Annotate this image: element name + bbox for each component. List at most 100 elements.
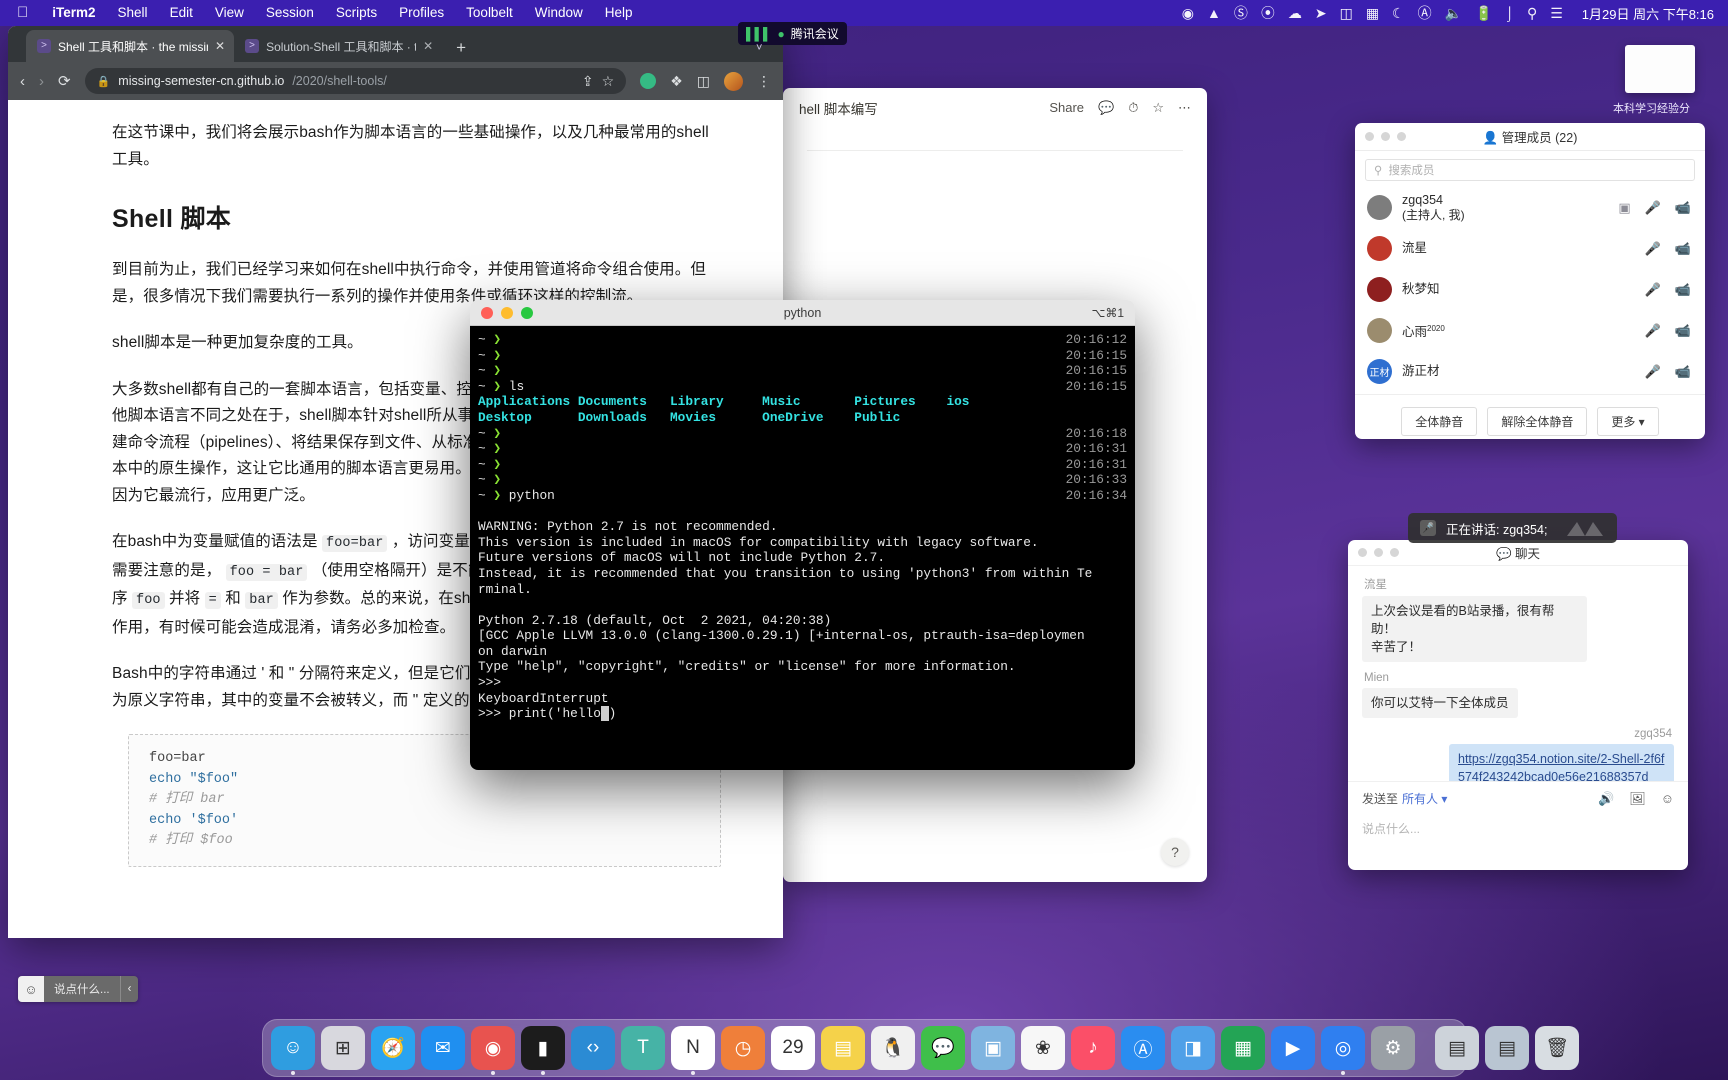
more-button[interactable]: 更多 ▾ bbox=[1597, 407, 1659, 436]
menu-item-help[interactable]: Help bbox=[594, 0, 644, 26]
member-search-input[interactable]: ⚲ 搜索成员 bbox=[1365, 159, 1695, 181]
menu-item-view[interactable]: View bbox=[204, 0, 255, 26]
terminal-output[interactable]: ~ ❯ 20:16:12 ~ ❯ 20:16:15 ~ ❯ 20:16:15 ~ ❯ … bbox=[470, 326, 1135, 770]
mic-off-icon[interactable]: 🎤 bbox=[1645, 282, 1661, 298]
camera-off-icon[interactable]: 📹 bbox=[1675, 282, 1691, 298]
browser-tab-1[interactable]: > Shell 工具和脚本 · the missing ✕ bbox=[26, 30, 235, 62]
dock-item-sheets-icon[interactable]: ▦ bbox=[1221, 1026, 1265, 1070]
moon-icon[interactable]: ☾ bbox=[1392, 5, 1405, 22]
member-row[interactable]: 心雨2020 🎤 📹 bbox=[1355, 310, 1705, 351]
meeting-members-panel[interactable]: 👤 管理成员 (22) ⚲ 搜索成员 zgq354 (主持人, 我) ▣ 🎤 📹 流星 🎤 📹… bbox=[1355, 123, 1705, 439]
menu-item-window[interactable]: Window bbox=[524, 0, 594, 26]
mic-off-icon[interactable]: 🎤 bbox=[1645, 241, 1661, 257]
dock-item-trash-icon[interactable]: 🗑 bbox=[1535, 1026, 1579, 1070]
wifi-icon[interactable]: ⌡ bbox=[1505, 5, 1513, 21]
chat-input[interactable]: 说点什么... bbox=[1362, 820, 1674, 837]
screen-share-icon[interactable]: ▣ bbox=[1618, 200, 1630, 216]
battery-charging-icon[interactable]: 🔋 bbox=[1475, 5, 1492, 22]
mic-off-icon[interactable]: 🎤 bbox=[1645, 364, 1661, 380]
dock-item-zoom-icon[interactable]: ▶ bbox=[1271, 1026, 1315, 1070]
account-avatar[interactable] bbox=[724, 71, 743, 91]
menu-item-toolbelt[interactable]: Toolbelt bbox=[455, 0, 524, 26]
notion-share-button[interactable]: Share bbox=[1049, 100, 1084, 115]
camera-off-icon[interactable]: 📹 bbox=[1675, 200, 1691, 216]
dock-item-folder-icon[interactable]: ▣ bbox=[971, 1026, 1015, 1070]
meeting-chat-panel[interactable]: 💬 聊天 流星 上次会议是看的B站录播，很有帮助！ 辛苦了！ Mien 你可以艾特一下… bbox=[1348, 540, 1688, 870]
dock-item-calendar-icon[interactable]: 29 bbox=[771, 1026, 815, 1070]
chevron-left-icon[interactable]: ‹ bbox=[119, 976, 139, 1002]
browser-tab-2[interactable]: > Solution-Shell 工具和脚本 · the ✕ bbox=[234, 30, 442, 62]
member-row[interactable]: 秋梦知 🎤 📹 bbox=[1355, 269, 1705, 310]
back-button[interactable]: ‹ bbox=[20, 73, 25, 90]
chat-link[interactable]: https://zgq354.notion.site/2-Shell-2f6f5… bbox=[1458, 752, 1664, 781]
control-center-icon[interactable]: ☰ bbox=[1550, 5, 1563, 22]
bookmark-star-icon[interactable]: ☆ bbox=[602, 73, 615, 90]
address-bar[interactable]: 🔒 missing-semester-cn.github.io/2020/she… bbox=[84, 68, 627, 94]
member-row[interactable]: 正材 游正材 🎤 📹 bbox=[1355, 351, 1705, 392]
reload-button[interactable]: ⟳ bbox=[58, 72, 71, 90]
dock-item-safari-icon[interactable]: 🧭 bbox=[371, 1026, 415, 1070]
dock-item-music-icon[interactable]: ♪ bbox=[1071, 1026, 1115, 1070]
obs-icon[interactable]: ◉ bbox=[1182, 5, 1194, 22]
member-row[interactable]: 流星 🎤 📹 bbox=[1355, 228, 1705, 269]
dock-item-preview-icon[interactable]: ◨ bbox=[1171, 1026, 1215, 1070]
feedback-widget[interactable]: ☺ 说点什么... ‹ bbox=[18, 976, 139, 1002]
cloud-icon[interactable]: ☁ bbox=[1288, 5, 1302, 22]
menu-clock[interactable]: 1月29日 周六 下午8:16 bbox=[1576, 4, 1714, 23]
mute-all-button[interactable]: 全体静音 bbox=[1401, 407, 1478, 436]
share-icon[interactable]: ⇪ bbox=[582, 73, 594, 90]
tencent-meeting-menubar-badge[interactable]: ▌▌▌ ● 腾讯会议 bbox=[738, 22, 847, 45]
dock-item-mail-icon[interactable]: ✉ bbox=[421, 1026, 465, 1070]
magnet-window-icon[interactable]: ◫ bbox=[1340, 5, 1353, 22]
dock-item-downloads-stack-icon[interactable]: ▤ bbox=[1435, 1026, 1479, 1070]
iterm-terminal-window[interactable]: python ⌥⌘1 ~ ❯ 20:16:12 ~ ❯ 20:16:15 ~ ❯ 2… bbox=[470, 300, 1135, 770]
chrome-menu-icon[interactable]: ⋮ bbox=[757, 73, 771, 90]
dock-item-finder-icon[interactable]: ☺ bbox=[271, 1026, 315, 1075]
unmute-all-button[interactable]: 解除全体静音 bbox=[1487, 407, 1588, 436]
camera-off-icon[interactable]: 📹 bbox=[1675, 241, 1691, 257]
vlc-cone-icon[interactable]: ▲ bbox=[1207, 5, 1221, 21]
send-to-value[interactable]: 所有人 ▾ bbox=[1402, 790, 1447, 807]
zero-circle-icon[interactable]: Ⓢ bbox=[1234, 3, 1248, 23]
dock-item-appstore-icon[interactable]: Ⓐ bbox=[1121, 1026, 1165, 1070]
telegram-icon[interactable]: ➤ bbox=[1315, 5, 1327, 22]
sidepanel-icon[interactable]: ◫ bbox=[697, 73, 710, 90]
dock-item-chrome-icon[interactable]: ◉ bbox=[471, 1026, 515, 1075]
forward-button[interactable]: › bbox=[39, 73, 44, 90]
speaker-icon[interactable]: 🔊 bbox=[1598, 791, 1614, 807]
close-tab-icon[interactable]: ✕ bbox=[423, 39, 433, 53]
meeting-badge-chevron[interactable]: ˅ bbox=[756, 42, 762, 54]
extension-puzzle-icon[interactable]: ❖ bbox=[670, 73, 683, 90]
camera-off-icon[interactable]: 📹 bbox=[1675, 323, 1691, 339]
dock-item-clock-icon[interactable]: ◷ bbox=[721, 1026, 765, 1070]
camera-off-icon[interactable]: 📹 bbox=[1675, 364, 1691, 380]
menu-item-shell[interactable]: Shell bbox=[107, 0, 159, 26]
input-source-A-icon[interactable]: Ⓐ bbox=[1418, 3, 1432, 23]
new-tab-button[interactable]: + bbox=[442, 38, 478, 62]
dock-item-terminal-icon[interactable]: ▮ bbox=[521, 1026, 565, 1075]
favorite-star-icon[interactable]: ☆ bbox=[1152, 100, 1164, 116]
menu-item-iterm2[interactable]: iTerm2 bbox=[41, 0, 106, 26]
feedback-placeholder[interactable]: 说点什么... bbox=[44, 981, 120, 997]
menu-item-profiles[interactable]: Profiles bbox=[388, 0, 455, 26]
dock-item-notion-icon[interactable]: N bbox=[671, 1026, 715, 1075]
dock-item-documents-folder-icon[interactable]: ▤ bbox=[1485, 1026, 1529, 1070]
dock-item-typora-icon[interactable]: T bbox=[621, 1026, 665, 1070]
comment-icon[interactable]: 💬 bbox=[1098, 100, 1114, 116]
mic-off-icon[interactable]: 🎤 bbox=[1645, 323, 1661, 339]
profile-avatar[interactable] bbox=[640, 73, 657, 89]
history-clock-icon[interactable]: ⏱ bbox=[1128, 100, 1138, 116]
emoji-person-icon[interactable]: ☺ bbox=[1661, 791, 1674, 807]
desktop-sticky-card[interactable] bbox=[1625, 45, 1695, 93]
dock-item-notes-icon[interactable]: ▤ bbox=[821, 1026, 865, 1070]
volume-icon[interactable]: 🔈 bbox=[1445, 5, 1462, 22]
dock-item-vscode-icon[interactable]: ‹› bbox=[571, 1026, 615, 1070]
member-row[interactable]: zgq354 (主持人, 我) ▣ 🎤 📹 bbox=[1355, 187, 1705, 228]
menu-item-edit[interactable]: Edit bbox=[159, 0, 204, 26]
menu-item-session[interactable]: Session bbox=[255, 0, 325, 26]
dock-item-wechat-icon[interactable]: 💬 bbox=[921, 1026, 965, 1070]
dock-item-qq-icon[interactable]: 🐧 bbox=[871, 1026, 915, 1070]
menu-item-scripts[interactable]: Scripts bbox=[325, 0, 388, 26]
search-icon[interactable]: ⚲ bbox=[1527, 5, 1537, 22]
close-tab-icon[interactable]: ✕ bbox=[215, 39, 225, 53]
